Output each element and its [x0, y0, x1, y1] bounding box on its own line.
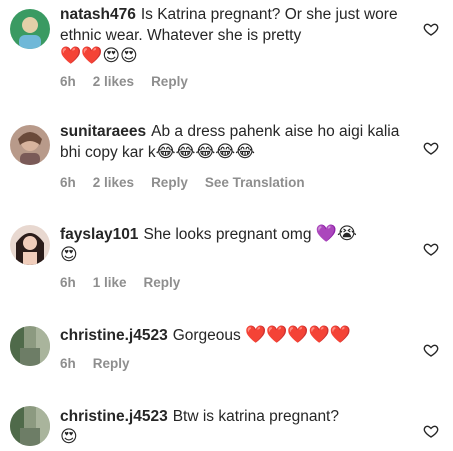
comment-time[interactable]: 6h: [60, 275, 76, 290]
comment-meta: 6h Reply: [60, 356, 147, 371]
comment-meta: 6h 1 like Reply: [60, 275, 197, 290]
comment-username[interactable]: natash476: [60, 6, 136, 23]
comment-likes[interactable]: 2 likes: [93, 175, 134, 190]
heart-outline-icon[interactable]: [423, 21, 439, 37]
comment-emojis: 😍: [60, 427, 78, 447]
heart-outline-icon[interactable]: [423, 342, 439, 358]
comment-body: Gorgeous: [172, 327, 241, 344]
comment-username[interactable]: christine.j4523: [60, 327, 168, 344]
avatar[interactable]: [10, 225, 50, 265]
comment-body: Btw is katrina pregnant?: [172, 408, 339, 425]
comment-text: fayslay101 She looks pregnant omg 💜😭 😍: [60, 224, 405, 266]
comment-text: natash476 Is Katrina pregnant? Or she jus…: [60, 4, 405, 67]
heart-outline-icon[interactable]: [423, 423, 439, 439]
comment-emojis: 💜😭: [315, 224, 357, 244]
comment-text: sunitaraees Ab a dress pahenk aise ho aig…: [60, 121, 405, 163]
reply-button[interactable]: Reply: [144, 275, 181, 290]
comment-emojis: 😂😂😂😂😂: [155, 142, 255, 162]
comment-emojis: ❤️❤️😍😍: [60, 46, 138, 66]
comment-text: christine.j4523 Gorgeous ❤️❤️❤️❤️❤️: [60, 325, 405, 346]
comment-meta: 6h 2 likes Reply See Translation: [60, 175, 322, 190]
comment-time[interactable]: 6h: [60, 356, 76, 371]
see-translation-button[interactable]: See Translation: [205, 175, 305, 190]
avatar[interactable]: [10, 406, 50, 446]
comment-likes[interactable]: 2 likes: [93, 74, 134, 89]
comment-likes[interactable]: 1 like: [93, 275, 127, 290]
comment-username[interactable]: sunitaraees: [60, 123, 146, 140]
avatar[interactable]: [10, 9, 50, 49]
reply-button[interactable]: Reply: [151, 74, 188, 89]
heart-outline-icon[interactable]: [423, 140, 439, 156]
comment-username[interactable]: christine.j4523: [60, 408, 168, 425]
comment-emojis: ❤️❤️❤️❤️❤️: [245, 325, 351, 345]
comment-time[interactable]: 6h: [60, 175, 76, 190]
comment-body: She looks pregnant omg: [143, 226, 312, 243]
comment-emojis: 😍: [60, 245, 78, 265]
heart-outline-icon[interactable]: [423, 241, 439, 257]
comment-meta: 6h 2 likes Reply: [60, 74, 205, 89]
reply-button[interactable]: Reply: [93, 356, 130, 371]
comment-text: christine.j4523 Btw is katrina pregnant? …: [60, 406, 405, 448]
avatar[interactable]: [10, 326, 50, 366]
reply-button[interactable]: Reply: [151, 175, 188, 190]
comment-username[interactable]: fayslay101: [60, 226, 138, 243]
avatar[interactable]: [10, 125, 50, 165]
comment-time[interactable]: 6h: [60, 74, 76, 89]
